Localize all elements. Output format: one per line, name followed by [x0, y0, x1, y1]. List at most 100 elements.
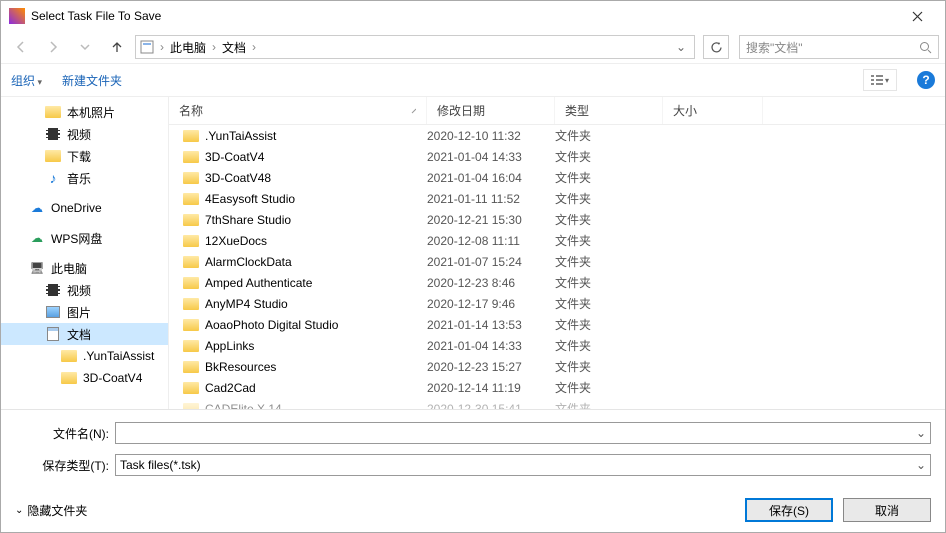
address-bar[interactable]: › 此电脑 › 文档 › ⌄: [135, 35, 695, 59]
file-type: 文件夹: [555, 379, 663, 396]
save-button[interactable]: 保存(S): [745, 498, 833, 522]
new-folder-button[interactable]: 新建文件夹: [62, 72, 122, 89]
tree-item-label: OneDrive: [51, 201, 102, 215]
refresh-icon: [710, 41, 723, 54]
tree-item[interactable]: .YunTaiAssist: [1, 345, 168, 367]
tree-item[interactable]: 下载: [1, 145, 168, 167]
file-name: .YunTaiAssist: [205, 129, 276, 143]
table-row[interactable]: .YunTaiAssist2020-12-10 11:32文件夹: [169, 125, 945, 146]
column-date[interactable]: 修改日期: [427, 97, 555, 124]
file-date: 2021-01-11 11:52: [427, 192, 555, 206]
table-row[interactable]: 7thShare Studio2020-12-21 15:30文件夹: [169, 209, 945, 230]
table-row[interactable]: 12XueDocs2020-12-08 11:11文件夹: [169, 230, 945, 251]
file-date: 2020-12-14 11:19: [427, 381, 555, 395]
tree-item[interactable]: ♪音乐: [1, 167, 168, 189]
file-list: 名称 修改日期 类型 大小 .YunTaiAssist 2020-12-10 11…: [169, 97, 945, 409]
address-dropdown[interactable]: ⌄: [672, 40, 690, 54]
folder-icon: [183, 151, 199, 163]
file-date: 2020-12-10 11:32: [427, 129, 555, 143]
list-rows[interactable]: .YunTaiAssist2020-12-10 11:32文件夹3D-CoatV…: [169, 125, 945, 409]
tree-item-label: 视频: [67, 126, 91, 143]
table-row[interactable]: 3D-CoatV482021-01-04 16:04文件夹: [169, 167, 945, 188]
help-button[interactable]: ?: [917, 71, 935, 89]
file-date: 2021-01-07 15:24: [427, 255, 555, 269]
table-row[interactable]: Amped Authenticate2020-12-23 8:46文件夹: [169, 272, 945, 293]
table-row[interactable]: AppLinks 2021-01-04 14:33文件夹: [169, 335, 945, 356]
help-icon: ?: [922, 73, 929, 87]
tree-item[interactable]: 3D-CoatV4: [1, 367, 168, 389]
column-type[interactable]: 类型: [555, 97, 663, 124]
file-name: AnyMP4 Studio: [205, 297, 288, 311]
tree-item[interactable]: 🖥此电脑: [1, 257, 168, 279]
tree-item-label: .YunTaiAssist: [83, 349, 154, 363]
refresh-button[interactable]: [703, 35, 729, 59]
chevron-down-icon: [80, 42, 90, 52]
search-input[interactable]: 搜索"文档": [739, 35, 939, 59]
folder-icon: [183, 298, 199, 310]
folder-icon: [183, 193, 199, 205]
file-date: 2021-01-04 14:33: [427, 339, 555, 353]
file-type: 文件夹: [555, 169, 663, 186]
file-type: 文件夹: [555, 253, 663, 270]
folder-icon: [183, 235, 199, 247]
filename-input[interactable]: [115, 422, 931, 444]
hide-folders-toggle[interactable]: ⌄隐藏文件夹: [15, 502, 87, 519]
cancel-button[interactable]: 取消: [843, 498, 931, 522]
file-name: AoaoPhoto Digital Studio: [205, 318, 338, 332]
breadcrumb-item[interactable]: 此电脑: [170, 39, 206, 56]
tree-item[interactable]: 本机照片: [1, 101, 168, 123]
titlebar: Select Task File To Save: [1, 1, 945, 31]
file-name: AppLinks: [205, 339, 254, 353]
tree-item-label: 3D-CoatV4: [83, 371, 142, 385]
folder-icon: [183, 277, 199, 289]
tree-item[interactable]: ☁WPS网盘: [1, 227, 168, 249]
recent-button[interactable]: [71, 35, 99, 59]
footer: ⌄隐藏文件夹 保存(S) 取消: [1, 492, 945, 532]
app-icon: [9, 8, 25, 24]
folder-tree[interactable]: 本机照片视频下载♪音乐☁OneDrive☁WPS网盘🖥此电脑视频图片文档.Yun…: [1, 97, 169, 409]
column-size[interactable]: 大小: [663, 97, 763, 124]
tree-item[interactable]: 视频: [1, 279, 168, 301]
table-row[interactable]: AoaoPhoto Digital Studio2021-01-14 13:53…: [169, 314, 945, 335]
filetype-select[interactable]: Task files(*.tsk): [115, 454, 931, 476]
back-button[interactable]: [7, 35, 35, 59]
location-icon: [140, 40, 154, 54]
file-date: 2020-12-23 8:46: [427, 276, 555, 290]
table-row[interactable]: AlarmClockData2021-01-07 15:24文件夹: [169, 251, 945, 272]
folder-icon: [183, 172, 199, 184]
tree-item-label: WPS网盘: [51, 230, 102, 247]
table-row[interactable]: 4Easysoft Studio2021-01-11 11:52文件夹: [169, 188, 945, 209]
column-name[interactable]: 名称: [169, 97, 427, 124]
close-button[interactable]: [897, 1, 937, 31]
tree-item-label: 图片: [67, 304, 91, 321]
tree-item[interactable]: 文档: [1, 323, 168, 345]
file-name: Cad2Cad: [205, 381, 256, 395]
window-title: Select Task File To Save: [31, 9, 897, 23]
forward-button[interactable]: [39, 35, 67, 59]
table-row[interactable]: BkResources2020-12-23 15:27文件夹: [169, 356, 945, 377]
breadcrumb-item[interactable]: 文档: [222, 39, 246, 56]
table-row[interactable]: Cad2Cad 2020-12-14 11:19文件夹: [169, 377, 945, 398]
table-row[interactable]: 3D-CoatV42021-01-04 14:33文件夹: [169, 146, 945, 167]
file-type: 文件夹: [555, 337, 663, 354]
file-type: 文件夹: [555, 190, 663, 207]
file-date: 2020-12-23 15:27: [427, 360, 555, 374]
tree-item[interactable]: 图片: [1, 301, 168, 323]
file-type: 文件夹: [555, 358, 663, 375]
table-row[interactable]: AnyMP4 Studio2020-12-17 9:46文件夹: [169, 293, 945, 314]
file-type: 文件夹: [555, 232, 663, 249]
view-mode-button[interactable]: ▾: [863, 69, 897, 91]
tree-item[interactable]: 视频: [1, 123, 168, 145]
tree-item[interactable]: ☁OneDrive: [1, 197, 168, 219]
tree-item-label: 视频: [67, 282, 91, 299]
file-name: CADElite X 14: [205, 402, 282, 410]
table-row[interactable]: CADElite X 142020-12-30 15:41文件夹: [169, 398, 945, 409]
tree-item-label: 此电脑: [51, 260, 87, 277]
organize-menu[interactable]: 组织: [11, 72, 42, 89]
tree-item-label: 音乐: [67, 170, 91, 187]
arrow-left-icon: [14, 40, 28, 54]
up-button[interactable]: [103, 35, 131, 59]
search-icon: [919, 41, 932, 54]
folder-icon: [183, 319, 199, 331]
chevron-down-icon: ⌄: [15, 505, 23, 516]
